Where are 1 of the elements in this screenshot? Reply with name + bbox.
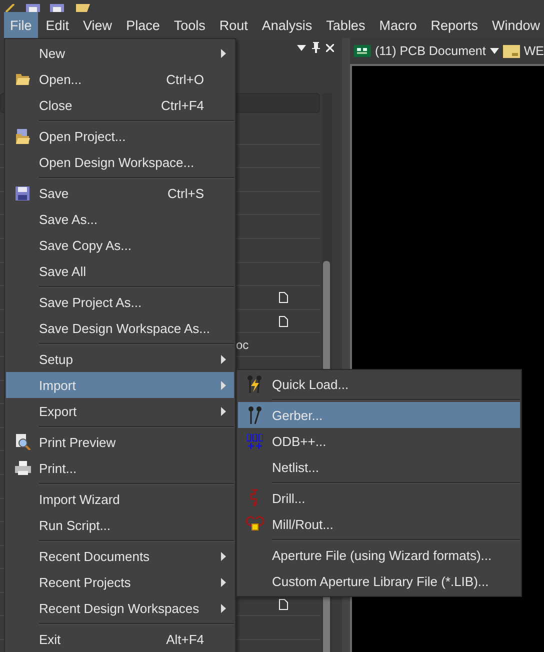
file-name: oc bbox=[236, 338, 249, 352]
